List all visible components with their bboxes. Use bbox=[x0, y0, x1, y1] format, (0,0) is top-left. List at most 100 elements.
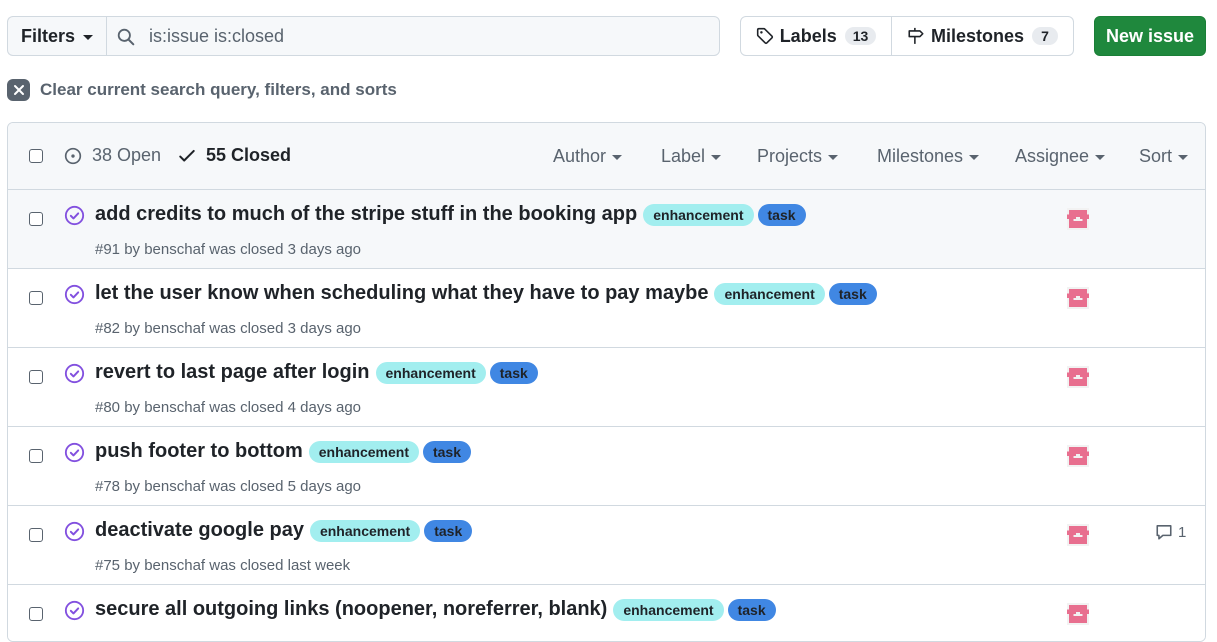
issue-checkbox[interactable] bbox=[29, 370, 43, 384]
author-filter-label: Author bbox=[553, 146, 607, 166]
check-icon bbox=[179, 149, 195, 162]
issue-title-link[interactable]: push footer to bottom bbox=[95, 440, 303, 463]
label-enhancement[interactable]: enhancement bbox=[375, 361, 486, 384]
issue-row[interactable]: add credits to much of the stripe stuff … bbox=[8, 190, 1205, 269]
issue-meta: #80 by benschaf was closed 4 days ago bbox=[95, 399, 362, 416]
issue-title-line: let the user know when scheduling what t… bbox=[95, 282, 877, 305]
milestones-count-badge: 7 bbox=[1032, 27, 1059, 45]
issue-meta: #91 by benschaf was closed 3 days ago bbox=[95, 241, 362, 258]
avatar[interactable] bbox=[1067, 208, 1089, 230]
issue-checkbox[interactable] bbox=[29, 212, 43, 226]
issue-title-line: deactivate google pay enhancement task bbox=[95, 519, 473, 542]
label-enhancement[interactable]: enhancement bbox=[309, 519, 421, 542]
issue-row[interactable]: secure all outgoing links (noopener, nor… bbox=[8, 585, 1205, 641]
label-enhancement[interactable]: enhancement bbox=[714, 282, 825, 305]
issue-meta: #75 by benschaf was closed last week bbox=[95, 557, 351, 574]
avatar[interactable] bbox=[1067, 366, 1089, 388]
chevron-down-icon bbox=[711, 155, 722, 160]
issue-checkbox[interactable] bbox=[29, 607, 43, 621]
clear-filters-label: Clear current search query, filters, and… bbox=[40, 80, 397, 99]
filters-label: Filters bbox=[20, 25, 76, 46]
issue-row[interactable]: let the user know when scheduling what t… bbox=[8, 269, 1205, 348]
issue-closed-icon bbox=[64, 442, 85, 463]
label-task[interactable]: task bbox=[757, 203, 806, 226]
clear-filters-link[interactable]: Clear current search query, filters, and… bbox=[7, 78, 397, 102]
search-box[interactable] bbox=[106, 16, 720, 56]
issue-title-link[interactable]: revert to last page after login bbox=[95, 361, 370, 384]
comment-count: 1 bbox=[1178, 523, 1187, 541]
issue-closed-icon bbox=[64, 205, 85, 226]
issue-title-line: push footer to bottom enhancement task bbox=[95, 440, 472, 463]
filters-button[interactable]: Filters bbox=[7, 16, 106, 56]
avatar[interactable] bbox=[1067, 287, 1089, 309]
chevron-down-icon bbox=[1095, 155, 1106, 160]
author-filter[interactable]: Author bbox=[553, 146, 623, 167]
open-issues-tab[interactable]: 38 Open bbox=[64, 145, 161, 166]
open-count-label: 38 Open bbox=[92, 145, 162, 165]
projects-filter-label: Projects bbox=[757, 146, 823, 166]
label-enhancement[interactable]: enhancement bbox=[643, 203, 754, 226]
comments-link[interactable]: 1 bbox=[1155, 523, 1186, 541]
issue-title-line: revert to last page after login enhancem… bbox=[95, 361, 538, 384]
label-enhancement[interactable]: enhancement bbox=[613, 598, 724, 621]
closed-count-label: 55 Closed bbox=[206, 145, 292, 165]
comment-icon bbox=[1156, 525, 1172, 540]
issue-checkbox[interactable] bbox=[29, 291, 43, 305]
issue-title-link[interactable]: let the user know when scheduling what t… bbox=[95, 282, 708, 305]
issues-toolbar: Filters Labels 13 Milestones 7 New issue bbox=[7, 16, 1207, 56]
assignee-filter[interactable]: Assignee bbox=[1015, 146, 1106, 167]
issue-checkbox[interactable] bbox=[29, 528, 43, 542]
avatar[interactable] bbox=[1067, 524, 1089, 546]
sort-filter-label: Sort bbox=[1139, 146, 1173, 166]
issue-meta: #82 by benschaf was closed 3 days ago bbox=[95, 320, 362, 337]
chevron-down-icon bbox=[83, 34, 94, 40]
issue-title-link[interactable]: add credits to much of the stripe stuff … bbox=[95, 203, 637, 226]
new-issue-button[interactable]: New issue bbox=[1094, 16, 1206, 56]
label-task[interactable]: task bbox=[828, 282, 877, 305]
search-icon bbox=[117, 28, 135, 46]
milestones-button-label: Milestones bbox=[930, 25, 1025, 46]
label-filter-label: Label bbox=[661, 146, 706, 166]
issue-title-line: add credits to much of the stripe stuff … bbox=[95, 203, 806, 226]
issue-row[interactable]: revert to last page after login enhancem… bbox=[8, 348, 1205, 427]
chevron-down-icon bbox=[1178, 155, 1189, 160]
select-all-checkbox[interactable] bbox=[29, 149, 43, 163]
projects-filter[interactable]: Projects bbox=[757, 146, 839, 167]
labels-count-badge: 13 bbox=[844, 27, 877, 45]
avatar[interactable] bbox=[1067, 445, 1089, 467]
avatar[interactable] bbox=[1067, 603, 1089, 625]
issue-row[interactable]: deactivate google pay enhancement task #7… bbox=[8, 506, 1205, 585]
issue-closed-icon bbox=[64, 521, 85, 542]
label-enhancement[interactable]: enhancement bbox=[308, 440, 419, 463]
label-task[interactable]: task bbox=[489, 361, 538, 384]
label-filter[interactable]: Label bbox=[661, 146, 722, 167]
chevron-down-icon bbox=[969, 155, 980, 160]
labels-button[interactable]: Labels 13 bbox=[740, 16, 892, 56]
milestones-filter-label: Milestones bbox=[877, 146, 964, 166]
issue-meta: #78 by benschaf was closed 5 days ago bbox=[95, 478, 362, 495]
issue-row[interactable]: push footer to bottom enhancement task #7… bbox=[8, 427, 1205, 506]
issues-list: 38 Open 55 Closed Author Label Projects … bbox=[7, 122, 1206, 642]
label-task[interactable]: task bbox=[424, 519, 473, 542]
milestones-button[interactable]: Milestones 7 bbox=[892, 16, 1074, 56]
issue-closed-icon bbox=[64, 363, 85, 384]
assignee-filter-label: Assignee bbox=[1015, 146, 1090, 166]
search-input[interactable] bbox=[147, 24, 707, 48]
tag-icon bbox=[756, 27, 773, 45]
issue-rows: add credits to much of the stripe stuff … bbox=[8, 190, 1205, 641]
issue-closed-icon bbox=[64, 284, 85, 305]
milestones-filter[interactable]: Milestones bbox=[877, 146, 980, 167]
issue-open-icon bbox=[64, 147, 82, 164]
labels-button-label: Labels bbox=[779, 25, 837, 46]
issue-checkbox[interactable] bbox=[29, 449, 43, 463]
milestone-icon bbox=[908, 27, 924, 44]
label-task[interactable]: task bbox=[727, 598, 776, 621]
issues-list-header: 38 Open 55 Closed Author Label Projects … bbox=[8, 123, 1205, 190]
sort-filter[interactable]: Sort bbox=[1139, 146, 1189, 167]
issue-title-link[interactable]: deactivate google pay bbox=[95, 519, 304, 542]
chevron-down-icon bbox=[612, 155, 623, 160]
close-icon bbox=[7, 79, 30, 101]
chevron-down-icon bbox=[828, 155, 839, 160]
closed-issues-tab[interactable]: 55 Closed bbox=[178, 145, 291, 166]
label-task[interactable]: task bbox=[422, 440, 472, 463]
